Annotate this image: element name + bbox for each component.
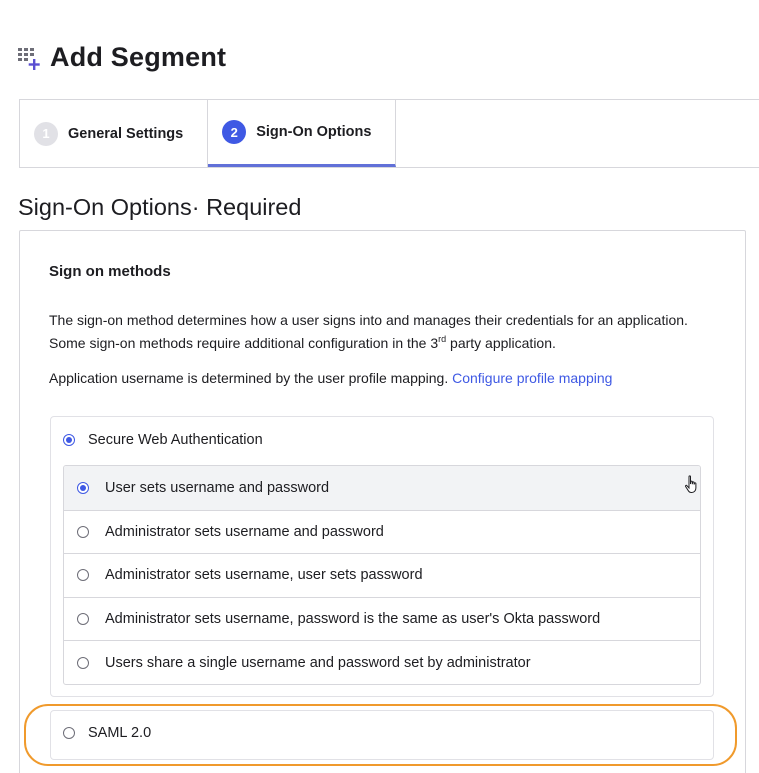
- step-label: Sign-On Options: [256, 124, 372, 140]
- segment-add-icon: [18, 45, 42, 71]
- credential-option[interactable]: User sets username and password: [64, 466, 700, 510]
- step-number: 2: [222, 120, 247, 144]
- credential-option[interactable]: Administrator sets username, user sets p…: [64, 553, 700, 597]
- credential-option-label: Users share a single username and passwo…: [105, 654, 531, 671]
- credential-radio[interactable]: [77, 481, 89, 494]
- swa-radio[interactable]: [63, 434, 75, 446]
- step-sign-on-options[interactable]: 2 Sign-On Options: [208, 100, 397, 167]
- credential-radio[interactable]: [77, 613, 89, 626]
- section-title: Sign-On Options· Required: [18, 194, 302, 220]
- step-label: General Settings: [68, 125, 184, 142]
- credential-option[interactable]: Administrator sets username, password is…: [64, 596, 700, 641]
- description-text: The sign-on method determines how a user…: [49, 312, 688, 351]
- credential-option-label: Administrator sets username, password is…: [105, 611, 601, 628]
- page-title: Add Segment: [50, 42, 227, 72]
- credential-option-label: Administrator sets username, user sets p…: [105, 567, 423, 584]
- mapping-text: Application username is determined by th…: [49, 370, 453, 386]
- credential-option[interactable]: Administrator sets username and password: [64, 509, 700, 554]
- description-text-end: party application.: [446, 335, 556, 351]
- step-general-settings[interactable]: 1 General Settings: [20, 100, 209, 167]
- credential-radio[interactable]: [77, 569, 89, 582]
- swa-radio-option[interactable]: Secure Web Authentication: [63, 432, 263, 448]
- profile-mapping-note: Application username is determined by th…: [49, 370, 612, 386]
- swa-label: Secure Web Authentication: [88, 432, 263, 448]
- saml-radio-option[interactable]: SAML 2.0: [63, 725, 151, 741]
- credential-radio[interactable]: [77, 525, 89, 538]
- credential-option[interactable]: Users share a single username and passwo…: [64, 640, 700, 684]
- credential-radio[interactable]: [77, 656, 89, 669]
- sign-on-description: The sign-on method determines how a user…: [49, 309, 709, 355]
- page-header: Add Segment: [18, 42, 226, 73]
- sign-on-methods-heading: Sign on methods: [49, 263, 171, 280]
- saml-radio[interactable]: [63, 727, 75, 739]
- configure-profile-mapping-link[interactable]: Configure profile mapping: [452, 370, 612, 386]
- hand-cursor-icon: [684, 475, 697, 493]
- credential-option-label: Administrator sets username and password: [105, 523, 384, 540]
- stepper: 1 General Settings 2 Sign-On Options: [19, 99, 759, 168]
- description-superscript: rd: [438, 334, 447, 344]
- credential-option-label: User sets username and password: [105, 479, 330, 496]
- saml-label: SAML 2.0: [88, 725, 152, 741]
- swa-credential-options: User sets username and password Administ…: [63, 465, 701, 685]
- step-number: 1: [34, 121, 58, 146]
